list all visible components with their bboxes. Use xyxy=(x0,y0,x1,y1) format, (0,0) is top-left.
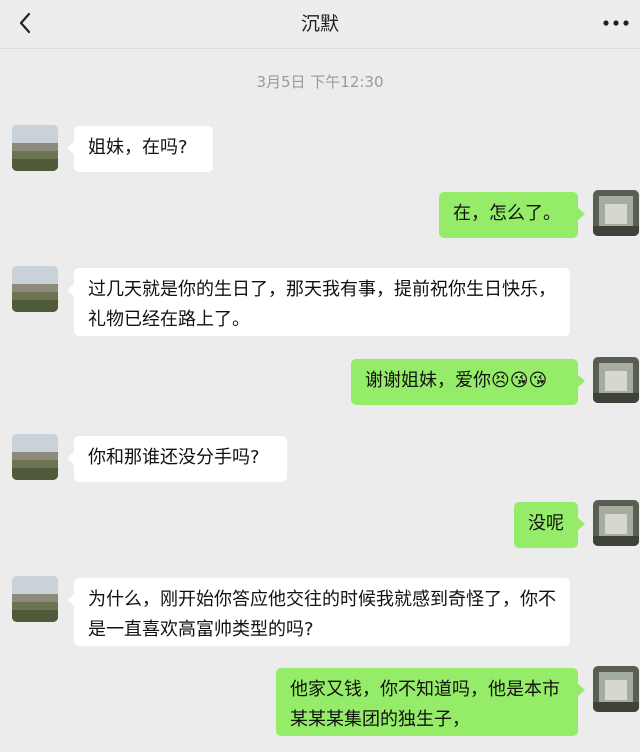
chat-screen: 沉默 3月5日 下午12:30 姐妹，在吗? 在，怎么了。 过几天就是你的生日了… xyxy=(0,0,640,752)
emoji-icon: 😘 xyxy=(509,370,529,391)
contact-avatar[interactable] xyxy=(12,576,58,622)
emoji-icon: 😣 xyxy=(491,370,510,391)
message-text: 他家又钱，你不知道吗，他是本市某某某集团的独生子， xyxy=(290,679,560,730)
emoji-icon: 😘 xyxy=(528,370,548,391)
chat-header: 沉默 xyxy=(0,0,640,49)
incoming-message[interactable]: 姐妹，在吗? xyxy=(67,126,213,172)
message-text: 为什么，刚开始你答应他交往的时候我就感到奇怪了，你不是一直喜欢高富帅类型的吗? xyxy=(88,589,556,640)
contact-avatar[interactable] xyxy=(12,434,58,480)
user-avatar[interactable] xyxy=(593,666,639,712)
message-text: 你和那谁还没分手吗? xyxy=(88,447,260,468)
incoming-message[interactable]: 你和那谁还没分手吗? xyxy=(67,436,287,482)
user-avatar[interactable] xyxy=(593,357,639,403)
outgoing-message[interactable]: 没呢 xyxy=(514,502,585,548)
outgoing-message[interactable]: 他家又钱，你不知道吗，他是本市某某某集团的独生子， xyxy=(276,668,585,736)
message-text: 没呢 xyxy=(528,513,564,534)
incoming-message[interactable]: 过几天就是你的生日了，那天我有事，提前祝你生日快乐，礼物已经在路上了。 xyxy=(67,268,570,336)
message-text: 姐妹，在吗? xyxy=(88,137,188,158)
contact-avatar[interactable] xyxy=(12,125,58,171)
contact-avatar[interactable] xyxy=(12,266,58,312)
user-avatar[interactable] xyxy=(593,500,639,546)
message-text: 谢谢姐妹，爱你 xyxy=(365,370,491,391)
chat-title: 沉默 xyxy=(300,13,339,35)
outgoing-message[interactable]: 谢谢姐妹，爱你😣😘😘 xyxy=(351,359,585,405)
message-text: 过几天就是你的生日了，那天我有事，提前祝你生日快乐，礼物已经在路上了。 xyxy=(88,279,556,330)
more-dots-icon xyxy=(603,20,629,26)
message-text: 在，怎么了。 xyxy=(453,203,561,224)
message-timestamp: 3月5日 下午12:30 xyxy=(256,73,384,91)
outgoing-message[interactable]: 在，怎么了。 xyxy=(439,192,585,238)
user-avatar[interactable] xyxy=(593,190,639,236)
incoming-message[interactable]: 为什么，刚开始你答应他交往的时候我就感到奇怪了，你不是一直喜欢高富帅类型的吗? xyxy=(67,578,570,646)
more-button[interactable] xyxy=(596,6,636,40)
